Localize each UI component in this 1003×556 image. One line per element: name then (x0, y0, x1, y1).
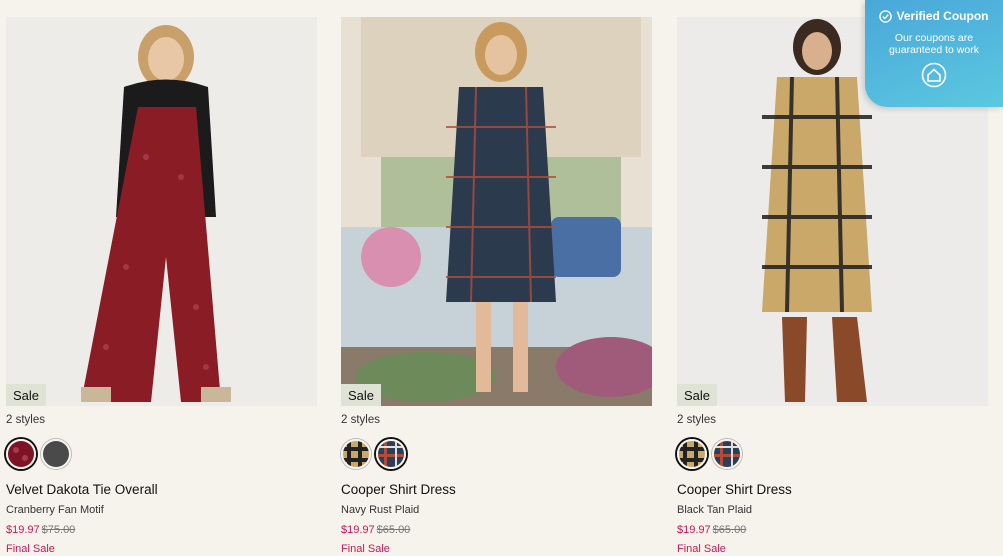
product-photo-velvet-overall (6, 17, 317, 406)
final-sale-label: Final Sale (677, 543, 726, 555)
swatch-black-tan-plaid[interactable] (677, 439, 707, 469)
original-price: $75.00 (41, 524, 76, 536)
sale-badge: Sale (6, 384, 47, 406)
styles-count: 2 styles (677, 414, 716, 426)
product-photo-shirt-dress-navy (341, 17, 652, 406)
swatch-navy-rust-plaid[interactable] (376, 439, 406, 469)
original-price: $65.00 (712, 524, 747, 536)
product-image[interactable]: Sale (341, 17, 652, 406)
price-row: $19.97 $75.00 (6, 524, 318, 537)
sale-price: $19.97 (341, 524, 375, 536)
price-row: $19.97 $65.00 (341, 524, 653, 537)
swatch-navy-rust-plaid[interactable] (712, 439, 742, 469)
color-swatches (677, 438, 989, 470)
product-grid: Sale 2 styles Velvet Dakota Tie Overall … (0, 0, 1003, 556)
sale-price: $19.97 (677, 524, 711, 536)
price-row: $19.97 $65.00 (677, 524, 989, 537)
swatch-charcoal[interactable] (41, 439, 71, 469)
product-name[interactable]: Cooper Shirt Dress (677, 482, 989, 498)
color-swatches (6, 438, 318, 470)
coupon-text: Our coupons are guaranteed to work (889, 32, 979, 56)
final-sale-label: Final Sale (6, 543, 55, 555)
product-color: Cranberry Fan Motif (6, 504, 104, 516)
product-image[interactable]: Sale (6, 17, 317, 406)
verified-coupon-widget[interactable]: Verified Coupon Our coupons are guarante… (865, 0, 1003, 107)
product-card[interactable]: Sale 2 styles Cooper Shirt Dress Navy Ru… (341, 17, 653, 556)
swatch-cranberry[interactable] (6, 439, 36, 469)
product-card[interactable]: Sale 2 styles Velvet Dakota Tie Overall … (6, 17, 318, 556)
sale-badge: Sale (341, 384, 382, 406)
coupon-title: Verified Coupon (896, 9, 989, 23)
styles-count: 2 styles (341, 414, 380, 426)
color-swatches (341, 438, 653, 470)
product-color: Black Tan Plaid (677, 504, 753, 516)
product-color: Navy Rust Plaid (341, 504, 420, 516)
styles-count: 2 styles (6, 414, 45, 426)
sale-badge: Sale (677, 384, 718, 406)
sale-price: $19.97 (6, 524, 40, 536)
coupon-header: Verified Coupon (865, 9, 1003, 23)
house-logo-icon[interactable] (921, 62, 947, 88)
original-price: $65.00 (376, 524, 411, 536)
product-name[interactable]: Velvet Dakota Tie Overall (6, 482, 318, 498)
product-name[interactable]: Cooper Shirt Dress (341, 482, 653, 498)
check-circle-icon (879, 9, 893, 23)
swatch-black-tan-plaid[interactable] (341, 439, 371, 469)
final-sale-label: Final Sale (341, 543, 390, 555)
